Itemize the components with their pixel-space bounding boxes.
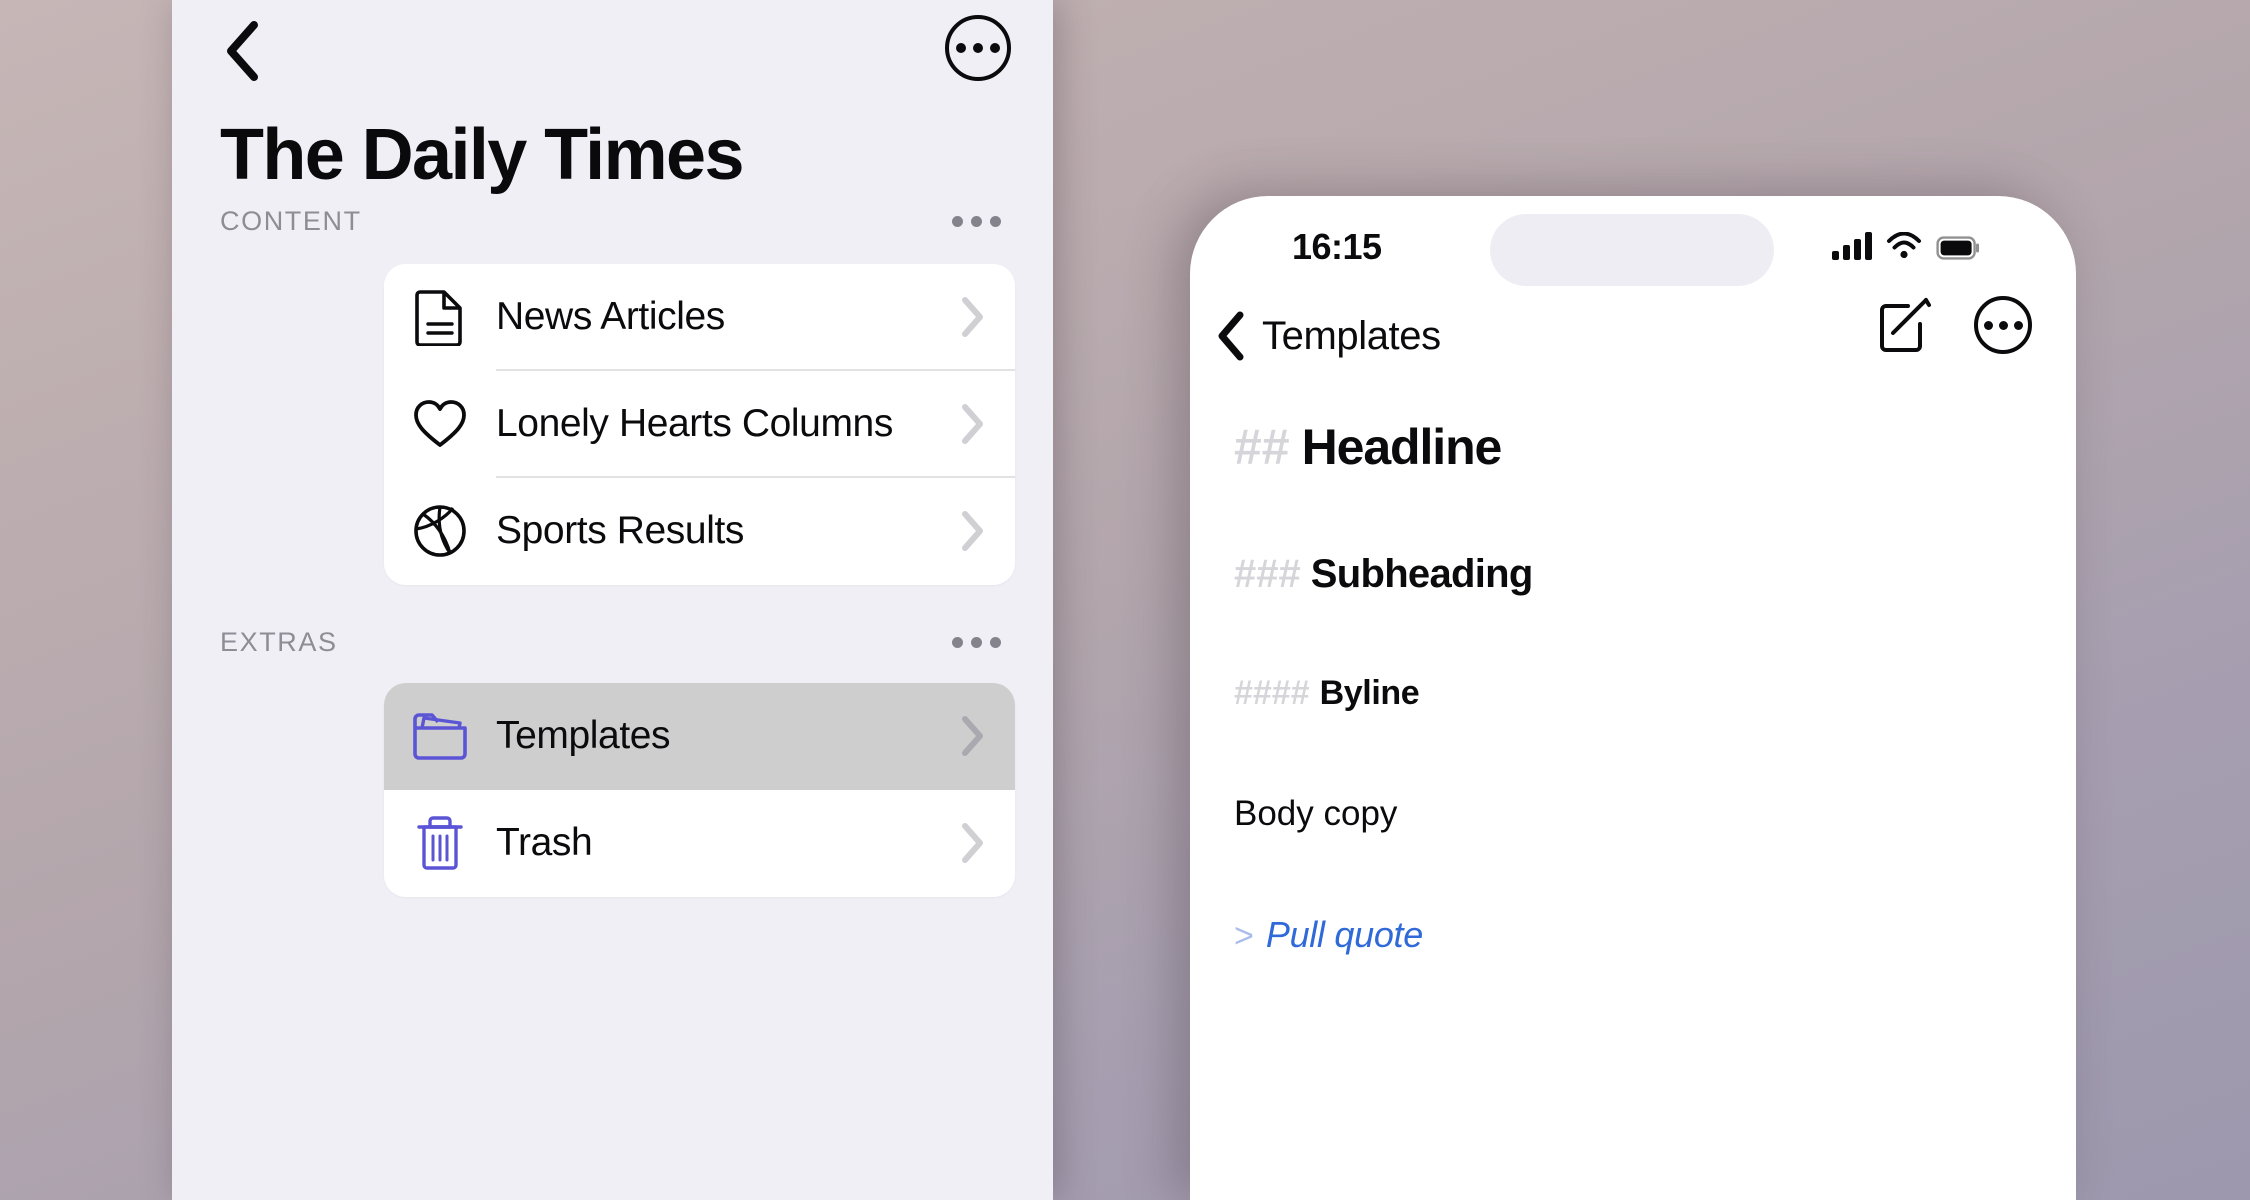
markdown-marker: > — [1234, 917, 1254, 955]
sidebar-item-label: Sports Results — [496, 509, 744, 553]
sidebar-item-label: News Articles — [496, 295, 725, 339]
sidebar-item-body: Trash — [496, 790, 1015, 897]
markdown-marker: #### — [1234, 674, 1310, 712]
dot — [990, 637, 1001, 649]
markdown-line-subheading[interactable]: ### Subheading — [1234, 552, 2076, 674]
battery-full-icon — [1936, 236, 1979, 260]
trash-icon — [384, 814, 496, 872]
dot — [1998, 320, 2008, 330]
iphone-mockup: 16:15 Templates ## Headline ### Subheadi… — [1190, 196, 2076, 1200]
sidebar-item-label: Templates — [496, 714, 671, 758]
dynamic-island — [1490, 214, 1774, 286]
dot — [973, 43, 983, 53]
app-canvas: The Daily Times CONTENT News Articles Lo… — [0, 0, 2250, 1200]
sidebar-item-news-articles[interactable]: News Articles — [384, 263, 1015, 371]
markdown-text: Headline — [1301, 419, 1503, 475]
sidebar-item-trash[interactable]: Trash — [384, 789, 1015, 897]
document-icon — [384, 288, 496, 347]
folder-icon — [384, 710, 496, 762]
ellipsis-icon[interactable] — [948, 627, 1005, 658]
sidebar-item-body: Lonely Hearts Columns — [496, 371, 1015, 478]
page-title: The Daily Times — [220, 115, 745, 195]
bar — [1865, 232, 1872, 260]
sidebar-item-templates[interactable]: Templates — [384, 682, 1015, 790]
sidebar-item-label: Trash — [496, 821, 593, 865]
sidebar-item-lonely-hearts-columns[interactable]: Lonely Hearts Columns — [384, 370, 1015, 478]
markdown-text: Byline — [1319, 674, 1420, 712]
chevron-right-icon — [962, 716, 983, 757]
dot — [952, 637, 963, 649]
chevron-right-icon — [962, 511, 983, 552]
dot — [956, 43, 966, 53]
markdown-text: Subheading — [1310, 552, 1534, 596]
sidebar-panel: The Daily Times CONTENT News Articles Lo… — [172, 0, 1053, 1200]
section-header-extras: EXTRAS — [220, 615, 1005, 671]
dot — [990, 216, 1001, 228]
ellipsis-circle-icon[interactable] — [945, 15, 1011, 81]
dot — [971, 216, 982, 228]
nav-actions — [1876, 296, 2032, 354]
dot — [971, 637, 982, 649]
status-time: 16:15 — [1292, 226, 1382, 267]
sidebar-group-extras: Templates Trash — [384, 682, 1015, 897]
dot — [2013, 320, 2023, 330]
section-title: CONTENT — [220, 206, 362, 237]
markdown-line-body-copy[interactable]: Body copy — [1234, 794, 2076, 914]
navigation-bar: Templates — [1190, 288, 2076, 384]
dot — [990, 43, 1000, 53]
dot — [1983, 320, 1993, 330]
sidebar-group-content: News Articles Lonely Hearts Columns Spor… — [384, 263, 1015, 585]
markdown-line-byline[interactable]: #### Byline — [1234, 674, 2076, 794]
sidebar-item-body: News Articles — [496, 264, 1015, 371]
markdown-marker: ## — [1234, 419, 1290, 475]
markdown-document[interactable]: ## Headline ### Subheading #### Byline B… — [1190, 384, 2076, 956]
compose-icon[interactable] — [1876, 296, 1934, 354]
markdown-marker: ### — [1234, 552, 1301, 596]
bar — [1854, 239, 1861, 260]
wifi-icon — [1887, 232, 1921, 259]
signal-bars-icon — [1832, 232, 1872, 260]
sidebar-header — [172, 0, 1053, 112]
sidebar-item-sports-results[interactable]: Sports Results — [384, 477, 1015, 585]
ellipsis-icon[interactable] — [948, 206, 1005, 237]
markdown-text: Body copy — [1234, 794, 1398, 833]
ellipsis-circle-icon[interactable] — [1974, 296, 2032, 354]
nav-title: Templates — [1262, 313, 1441, 358]
heart-icon — [384, 398, 496, 450]
basketball-icon — [384, 503, 496, 559]
chevron-left-icon[interactable] — [205, 14, 279, 88]
section-header-content: CONTENT — [220, 194, 1005, 250]
nav-back-button[interactable]: Templates — [1216, 311, 1441, 361]
chevron-right-icon — [962, 404, 983, 445]
markdown-text: Pull quote — [1265, 914, 1423, 955]
section-title: EXTRAS — [220, 627, 338, 658]
sidebar-item-body: Templates — [496, 683, 1015, 790]
chevron-right-icon — [962, 823, 983, 864]
sidebar-item-body: Sports Results — [496, 478, 1015, 585]
status-bar: 16:15 — [1190, 196, 2076, 288]
bar — [1843, 245, 1850, 260]
markdown-line-headline[interactable]: ## Headline — [1234, 418, 2076, 552]
bar — [1832, 251, 1839, 260]
sidebar-item-label: Lonely Hearts Columns — [496, 402, 893, 446]
chevron-right-icon — [962, 297, 983, 338]
chevron-left-icon — [1218, 311, 1244, 361]
status-indicators — [1832, 226, 1980, 260]
markdown-line-pull-quote[interactable]: > Pull quote — [1234, 914, 2076, 956]
dot — [952, 216, 963, 228]
